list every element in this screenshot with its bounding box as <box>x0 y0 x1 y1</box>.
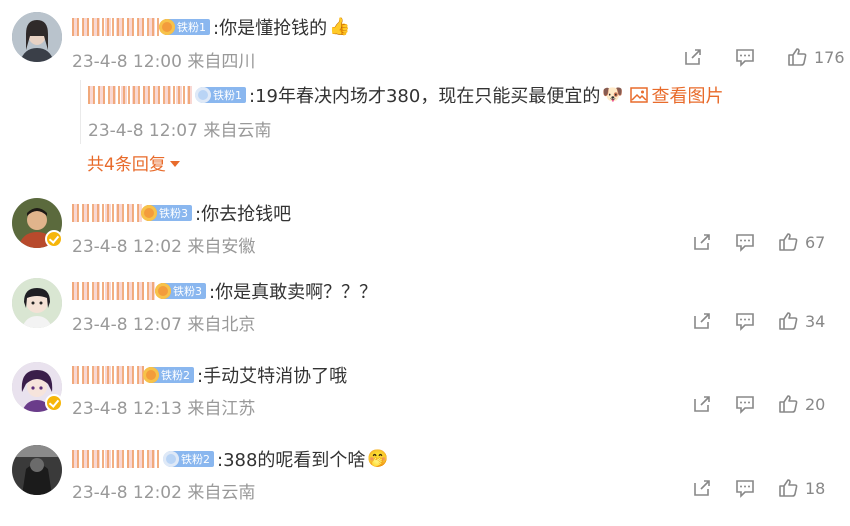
share-icon[interactable] <box>682 46 704 68</box>
fan-crest-icon <box>163 451 179 467</box>
comment-meta: 23-4-8 12:02 来自云南 <box>72 483 256 503</box>
share-icon[interactable] <box>691 393 713 415</box>
giggle-emoji: 🤭 <box>367 449 389 469</box>
fan-crest-icon <box>195 87 211 103</box>
verified-icon <box>45 230 63 248</box>
fan-crest-icon <box>159 19 175 35</box>
comment-text: :你是懂抢钱的 <box>213 18 328 39</box>
view-image-link[interactable]: 查看图片 <box>652 82 724 108</box>
fan-badge: 铁粉3 <box>155 283 206 299</box>
avatar[interactable] <box>12 278 62 328</box>
share-icon[interactable] <box>691 477 713 499</box>
reply-text: :19年春决内场才380，现在只能买最便宜的 <box>249 86 601 107</box>
comment-text: :你是真敢卖啊？？？ <box>209 282 378 303</box>
comment-meta: 23-4-8 12:00 来自四川 <box>72 52 256 72</box>
comment-meta: 23-4-8 12:13 来自江苏 <box>72 399 256 419</box>
comment-text: :388的呢看到个啥 <box>217 450 366 471</box>
like-count: 20 <box>805 394 826 414</box>
image-icon <box>629 87 648 103</box>
reply-meta: 23-4-8 12:07 来自云南 <box>88 121 272 141</box>
more-replies-label: 共4条回复 <box>87 155 166 175</box>
like-icon[interactable] <box>777 310 799 332</box>
comment-icon[interactable] <box>734 310 756 332</box>
like-icon[interactable] <box>777 477 799 499</box>
comment-icon[interactable] <box>734 231 756 253</box>
thumbs-up-emoji: 👍 <box>329 17 351 37</box>
comment-text: :手动艾特消协了哦 <box>197 366 348 387</box>
fan-badge: 铁粉2 <box>143 367 194 383</box>
comment-icon[interactable] <box>734 46 756 68</box>
comment-icon[interactable] <box>734 393 756 415</box>
username[interactable] <box>72 204 142 222</box>
fan-crest-icon <box>143 367 159 383</box>
dog-emoji: 🐶 <box>602 85 624 105</box>
reply-username[interactable] <box>88 86 192 104</box>
like-count: 18 <box>805 478 826 498</box>
comment-meta: 23-4-8 12:02 来自安徽 <box>72 237 256 257</box>
fan-crest-icon <box>155 283 171 299</box>
like-count: 176 <box>814 47 845 67</box>
avatar[interactable] <box>12 445 62 495</box>
fan-badge: 铁粉1 <box>159 19 210 35</box>
verified-icon <box>45 394 63 412</box>
avatar[interactable] <box>12 12 62 62</box>
fan-badge: 铁粉3 <box>141 205 192 221</box>
more-replies-link[interactable]: 共4条回复 <box>87 150 180 175</box>
share-icon[interactable] <box>691 310 713 332</box>
comment-meta: 23-4-8 12:07 来自北京 <box>72 315 256 335</box>
like-count: 34 <box>805 311 826 331</box>
username[interactable] <box>72 282 156 300</box>
fan-badge: 铁粉2 <box>163 451 214 467</box>
share-icon[interactable] <box>691 231 713 253</box>
comment-text: :你去抢钱吧 <box>195 204 292 225</box>
username[interactable] <box>72 366 144 384</box>
like-count: 67 <box>805 232 826 252</box>
like-icon[interactable] <box>786 46 808 68</box>
like-icon[interactable] <box>777 231 799 253</box>
fan-crest-icon <box>141 205 157 221</box>
username[interactable] <box>72 18 160 36</box>
like-icon[interactable] <box>777 393 799 415</box>
comment-icon[interactable] <box>734 477 756 499</box>
fan-badge: 铁粉1 <box>195 87 246 103</box>
caret-down-icon <box>169 160 180 167</box>
username[interactable] <box>72 450 160 468</box>
